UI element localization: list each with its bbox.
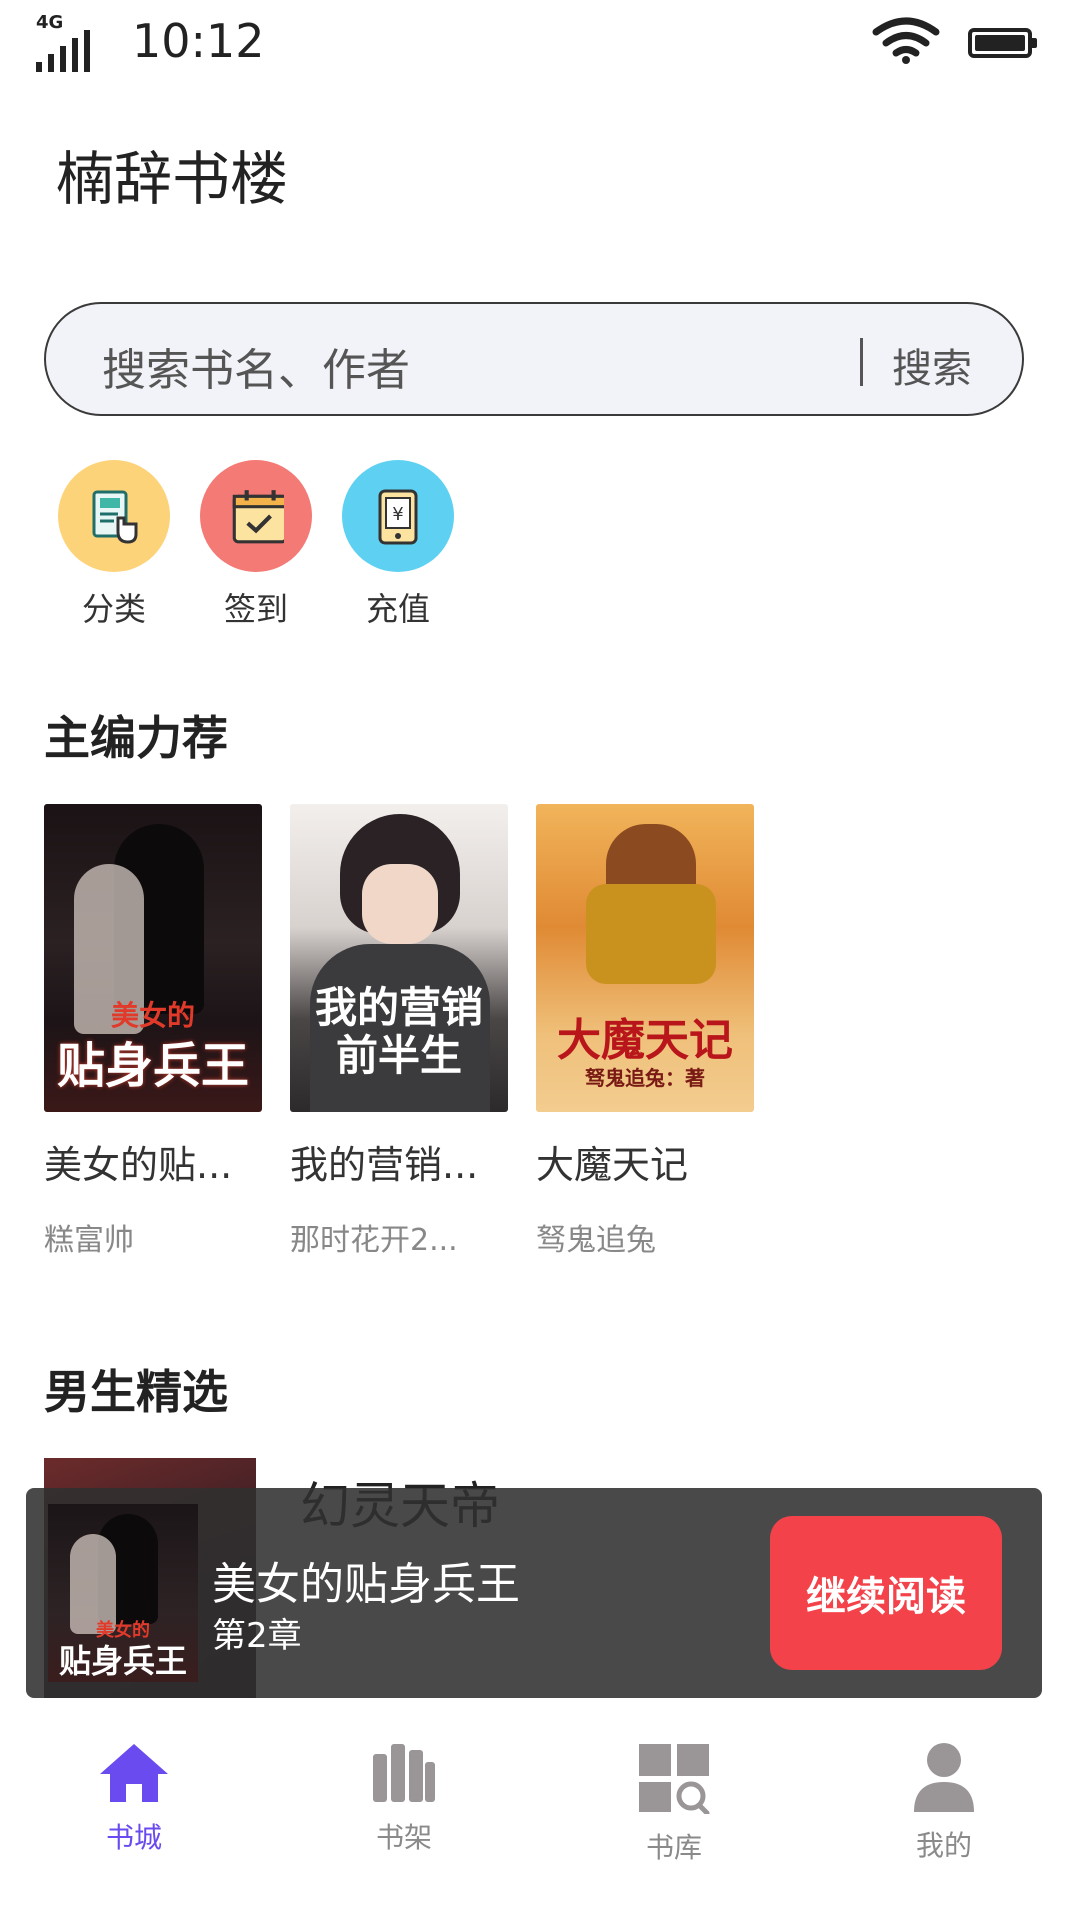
profile-icon [914, 1743, 974, 1812]
library-search-icon [639, 1744, 710, 1814]
section-title-editor-picks: 主编力荐 [44, 711, 228, 765]
app-title: 楠辞书楼 [56, 145, 289, 213]
wifi-icon [872, 17, 940, 64]
category-icon [58, 460, 170, 572]
continue-reading-bar[interactable]: 美女的 贴身兵王 美女的贴身兵王 第2章 继续阅读 [26, 1488, 1042, 1698]
nav-label: 书库 [645, 1831, 702, 1864]
quick-entry-recharge[interactable]: ¥ 充值 [340, 460, 456, 630]
nav-label: 我的 [915, 1829, 972, 1862]
book-author: 那时花开2... [290, 1223, 458, 1258]
quick-entry-label: 签到 [223, 590, 288, 628]
continue-reading-button[interactable]: 继续阅读 [770, 1516, 1002, 1670]
book-name: 美女的贴... [44, 1143, 233, 1187]
book-author: 驽鬼追兔 [536, 1223, 656, 1258]
section-title-male-picks: 男生精选 [44, 1365, 228, 1419]
book-name: 我的营销... [290, 1143, 479, 1187]
nav-item-profile[interactable]: 我的 [884, 1742, 1004, 1864]
quick-entry-checkin[interactable]: 签到 [198, 460, 314, 630]
cellular-signal-icon: 4G [36, 12, 96, 72]
continue-reading-book-name: 美女的贴身兵王 [212, 1559, 520, 1610]
nav-label: 书城 [105, 1821, 162, 1854]
nav-item-library[interactable]: 书库 [614, 1742, 734, 1866]
search-input[interactable]: 搜索书名、作者 [102, 334, 410, 398]
book-cover: 我的营销前半生 [290, 804, 508, 1112]
continue-reading-cover: 美女的 贴身兵王 [48, 1504, 198, 1682]
bottom-navigation: 书城 书架 书库 我的 [0, 1720, 1080, 1920]
status-time: 10:12 [132, 14, 265, 68]
book-card[interactable]: 大魔天记 驽鬼追兔：著 大魔天记 驽鬼追兔 [536, 804, 756, 1259]
bookshelf-icon [373, 1744, 435, 1802]
search-button[interactable]: 搜索 [892, 336, 972, 394]
book-cover: 大魔天记 驽鬼追兔：著 [536, 804, 754, 1112]
quick-entry-category[interactable]: 分类 [56, 460, 172, 630]
search-bar[interactable]: 搜索书名、作者 搜索 [44, 302, 1024, 416]
book-name: 大魔天记 [536, 1143, 689, 1187]
quick-entry-label: 分类 [81, 590, 146, 628]
book-card[interactable]: 我的营销前半生 我的营销... 那时花开2... [290, 804, 510, 1259]
book-cover: 美女的 贴身兵王 [44, 804, 262, 1112]
recharge-icon: ¥ [342, 460, 454, 572]
svg-text:¥: ¥ [392, 504, 403, 525]
calendar-check-icon [200, 460, 312, 572]
nav-item-bookshelf[interactable]: 书架 [344, 1742, 464, 1856]
search-divider [860, 338, 863, 386]
home-icon [100, 1744, 168, 1802]
continue-reading-chapter: 第2章 [212, 1616, 302, 1656]
book-author: 糕富帅 [44, 1223, 134, 1258]
quick-entry-label: 充值 [365, 590, 430, 628]
nav-label: 书架 [375, 1821, 432, 1854]
nav-item-bookstore[interactable]: 书城 [74, 1742, 194, 1856]
battery-icon [968, 28, 1037, 58]
book-card[interactable]: 美女的 贴身兵王 美女的贴... 糕富帅 [44, 804, 264, 1259]
status-bar: 4G 10:12 [0, 0, 1080, 90]
